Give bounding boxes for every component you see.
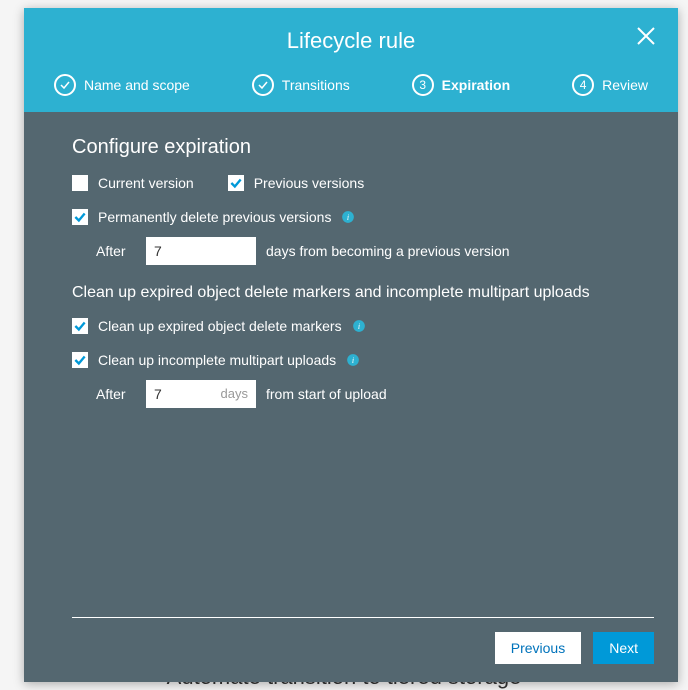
modal-title: Lifecycle rule — [44, 28, 658, 54]
perm-delete-suffix: days from becoming a previous version — [266, 243, 510, 259]
permanently-delete-label: Permanently delete previous versions — [98, 209, 331, 225]
previous-versions-label: Previous versions — [254, 175, 365, 191]
modal-header: Lifecycle rule Name and scope Transition… — [24, 8, 678, 112]
step-label: Name and scope — [84, 77, 190, 93]
checkmark-icon — [252, 74, 274, 96]
previous-button[interactable]: Previous — [495, 632, 581, 664]
after-label: After — [96, 243, 136, 259]
step-label: Expiration — [442, 77, 510, 93]
current-version-checkbox[interactable] — [72, 175, 88, 191]
after-label: After — [96, 386, 136, 402]
step-expiration[interactable]: 3 Expiration — [412, 74, 510, 96]
permanently-delete-checkbox[interactable] — [72, 209, 88, 225]
cleanup-multipart-label: Clean up incomplete multipart uploads — [98, 352, 336, 368]
multipart-days-unit: days — [221, 386, 256, 401]
step-number-icon: 3 — [412, 74, 434, 96]
modal-body: Configure expiration Current version Pre… — [24, 112, 678, 603]
info-icon[interactable]: i — [352, 319, 366, 333]
multipart-days-field: days — [146, 380, 256, 408]
current-version-label: Current version — [98, 175, 194, 191]
footer-divider — [72, 617, 654, 618]
previous-versions-checkbox[interactable] — [228, 175, 244, 191]
info-icon[interactable]: i — [341, 210, 355, 224]
wizard-stepper: Name and scope Transitions 3 Expiration … — [44, 74, 658, 112]
section-title: Configure expiration — [72, 136, 630, 159]
modal-footer: Previous Next — [24, 603, 678, 682]
lifecycle-rule-modal: Lifecycle rule Name and scope Transition… — [24, 8, 678, 682]
perm-delete-days-input[interactable] — [146, 237, 256, 265]
cleanup-markers-label: Clean up expired object delete markers — [98, 318, 342, 334]
step-number-icon: 4 — [572, 74, 594, 96]
close-button[interactable] — [634, 24, 658, 48]
cleanup-multipart-checkbox[interactable] — [72, 352, 88, 368]
step-name-and-scope[interactable]: Name and scope — [54, 74, 190, 96]
info-icon[interactable]: i — [346, 353, 360, 367]
step-transitions[interactable]: Transitions — [252, 74, 350, 96]
close-icon — [634, 35, 658, 52]
cleanup-heading: Clean up expired object delete markers a… — [72, 283, 630, 304]
step-label: Transitions — [282, 77, 350, 93]
checkmark-icon — [54, 74, 76, 96]
multipart-days-input[interactable] — [146, 386, 206, 402]
cleanup-markers-checkbox[interactable] — [72, 318, 88, 334]
next-button[interactable]: Next — [593, 632, 654, 664]
step-label: Review — [602, 77, 648, 93]
step-review[interactable]: 4 Review — [572, 74, 648, 96]
multipart-suffix: from start of upload — [266, 386, 387, 402]
